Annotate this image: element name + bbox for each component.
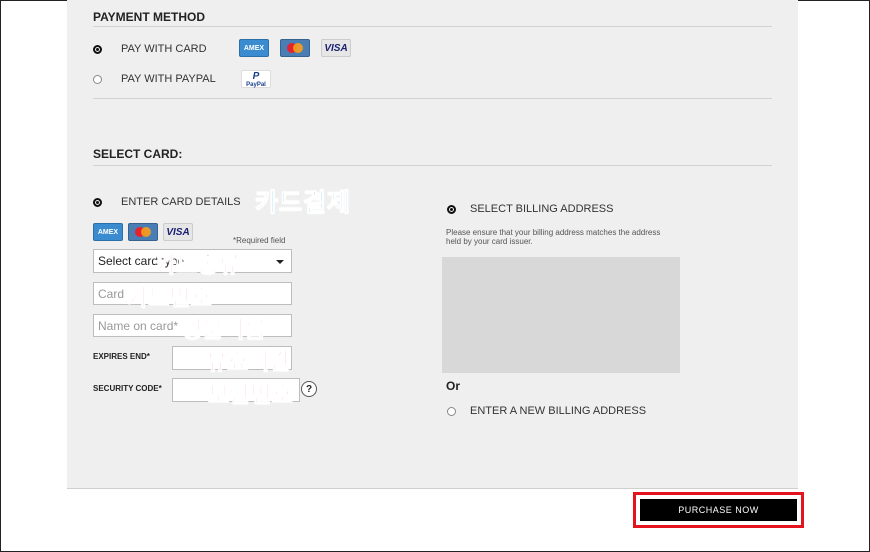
amex-icon: AMEX bbox=[239, 39, 269, 57]
pay-with-card-label[interactable]: PAY WITH CARD bbox=[121, 43, 207, 55]
annotation-english-name: 영문이름 bbox=[181, 316, 267, 343]
annotation-security: 보안번호 bbox=[208, 381, 294, 408]
pay-with-paypal-radio[interactable] bbox=[93, 75, 102, 84]
enter-card-details-radio[interactable] bbox=[93, 198, 102, 207]
security-code-label: SECURITY CODE* bbox=[93, 384, 162, 393]
new-billing-address-label[interactable]: ENTER A NEW BILLING ADDRESS bbox=[470, 405, 646, 417]
amex-icon: AMEX bbox=[93, 223, 123, 241]
select-card-heading: SELECT CARD: bbox=[93, 147, 183, 161]
paypal-icon: P PayPal bbox=[241, 70, 271, 88]
divider bbox=[93, 26, 772, 27]
divider bbox=[93, 165, 772, 166]
new-billing-address-radio[interactable] bbox=[447, 407, 456, 416]
purchase-highlight: PURCHASE NOW bbox=[633, 492, 804, 528]
billing-address-box[interactable] bbox=[442, 257, 680, 373]
footer-divider bbox=[67, 488, 798, 489]
divider bbox=[93, 98, 772, 99]
enter-card-details-label[interactable]: ENTER CARD DETAILS bbox=[121, 196, 241, 208]
annotation-expiry: 유효기간 bbox=[206, 348, 292, 375]
annotation-card-type: 카드종류 bbox=[155, 251, 241, 278]
purchase-now-button[interactable]: PURCHASE NOW bbox=[640, 499, 797, 521]
mastercard-icon bbox=[128, 223, 158, 241]
annotation-card-number: 카드번호 bbox=[127, 284, 213, 311]
mastercard-icon bbox=[280, 39, 310, 57]
pay-with-card-radio[interactable] bbox=[93, 45, 102, 54]
annotation-card-payment: 카드결제 bbox=[254, 189, 352, 218]
or-separator: Or bbox=[446, 379, 461, 393]
select-billing-address-radio[interactable] bbox=[447, 205, 456, 214]
visa-icon: VISA bbox=[321, 39, 351, 57]
chevron-down-icon bbox=[276, 260, 284, 264]
help-icon[interactable]: ? bbox=[301, 381, 317, 397]
required-field-note: *Required field bbox=[233, 236, 286, 245]
visa-icon: VISA bbox=[163, 223, 193, 241]
card-number-placeholder: Card bbox=[98, 286, 125, 301]
pay-with-paypal-label[interactable]: PAY WITH PAYPAL bbox=[121, 73, 216, 85]
payment-method-heading: PAYMENT METHOD bbox=[93, 10, 206, 24]
name-on-card-placeholder: Name on card* bbox=[98, 318, 179, 333]
billing-note: Please ensure that your billing address … bbox=[446, 228, 661, 246]
select-billing-address-label[interactable]: SELECT BILLING ADDRESS bbox=[470, 203, 613, 215]
expires-end-label: EXPIRES END* bbox=[93, 352, 150, 361]
